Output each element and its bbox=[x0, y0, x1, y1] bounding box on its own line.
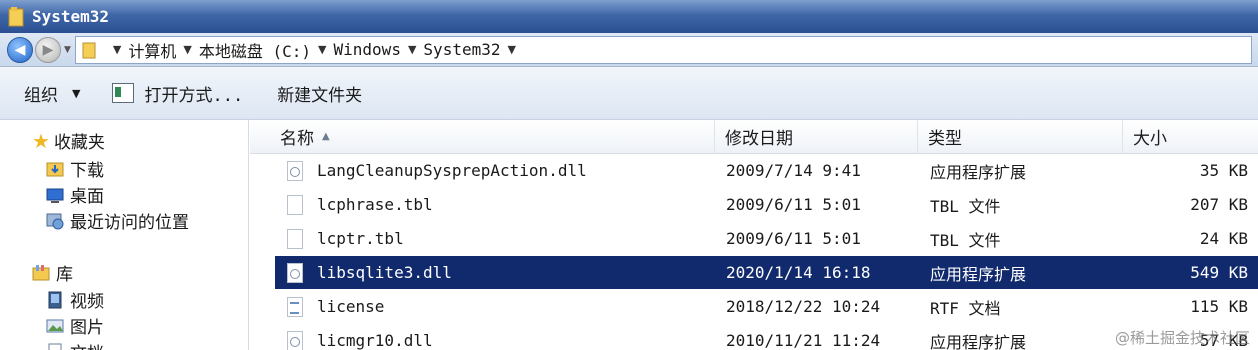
forward-button[interactable]: ▶ bbox=[35, 36, 61, 63]
dll-icon bbox=[287, 262, 303, 283]
pictures-icon bbox=[46, 319, 64, 332]
file-name: libsqlite3.dll bbox=[317, 263, 452, 282]
column-label: 大小 bbox=[1133, 129, 1167, 149]
desktop-icon bbox=[46, 188, 64, 203]
file-type: 应用程序扩展 bbox=[930, 264, 1027, 284]
nav-label: 下载 bbox=[70, 161, 104, 181]
file-name: license bbox=[317, 297, 385, 316]
open-with-label: 打开方式... bbox=[144, 85, 244, 106]
file-type: 应用程序扩展 bbox=[930, 332, 1027, 350]
nav-label: 文档 bbox=[70, 339, 104, 350]
file-type: TBL 文件 bbox=[930, 230, 1001, 250]
table-row[interactable]: LangCleanupSysprepAction.dll 2009/7/14 9… bbox=[275, 154, 1258, 187]
file-name: LangCleanupSysprepAction.dll bbox=[317, 161, 587, 180]
videos-icon bbox=[48, 291, 62, 308]
nav-item-videos[interactable]: 视频 bbox=[46, 287, 104, 312]
window-title: System32 bbox=[32, 7, 110, 26]
libraries-icon bbox=[32, 264, 50, 280]
nav-item-downloads[interactable]: 下载 bbox=[46, 156, 104, 181]
sort-ascending-icon: ▲ bbox=[322, 131, 330, 142]
breadcrumb-system32[interactable]: System32 bbox=[423, 40, 500, 59]
command-toolbar: 组织 ▼ 打开方式... 新建文件夹 bbox=[0, 67, 1258, 120]
table-row[interactable]: lcptr.tbl 2009/6/11 5:01 TBL 文件 24 KB bbox=[275, 222, 1258, 255]
breadcrumb-windows[interactable]: Windows bbox=[334, 40, 401, 59]
star-icon: ★ bbox=[32, 128, 50, 153]
file-size: 35 KB bbox=[1199, 161, 1248, 180]
file-type: 应用程序扩展 bbox=[930, 162, 1027, 182]
folder-icon bbox=[82, 42, 96, 58]
nav-item-desktop[interactable]: 桌面 bbox=[46, 182, 104, 207]
column-label: 类型 bbox=[928, 129, 962, 149]
file-type: RTF 文档 bbox=[930, 298, 1001, 318]
dll-icon bbox=[287, 160, 303, 181]
nav-item-libraries[interactable]: 库 bbox=[32, 260, 73, 285]
open-with-icon bbox=[112, 83, 135, 103]
file-size: 207 KB bbox=[1190, 195, 1248, 214]
column-header-type[interactable]: 类型 bbox=[918, 120, 1123, 153]
organize-button[interactable]: 组织 ▼ bbox=[24, 81, 80, 106]
column-header-size[interactable]: 大小 bbox=[1123, 120, 1258, 153]
dll-icon bbox=[287, 330, 303, 350]
license-icon bbox=[287, 296, 303, 317]
nav-label: 最近访问的位置 bbox=[70, 213, 189, 233]
history-dropdown-icon[interactable]: ▼ bbox=[64, 45, 71, 55]
chevron-down-icon[interactable]: ▼ bbox=[183, 43, 191, 56]
folder-icon bbox=[8, 6, 24, 26]
file-list: 名称 ▲ 修改日期 类型 大小 LangCleanupSysprepAction… bbox=[250, 120, 1258, 350]
file-name: lcptr.tbl bbox=[317, 229, 404, 248]
open-with-button[interactable]: 打开方式... bbox=[112, 81, 243, 106]
breadcrumb-computer[interactable]: 计算机 bbox=[128, 38, 176, 62]
table-row[interactable]: license 2018/12/22 10:24 RTF 文档 115 KB bbox=[275, 290, 1258, 323]
file-type: TBL 文件 bbox=[930, 196, 1001, 216]
file-size: 549 KB bbox=[1190, 263, 1248, 282]
column-headers: 名称 ▲ 修改日期 类型 大小 bbox=[250, 120, 1258, 154]
downloads-folder-icon bbox=[46, 162, 64, 176]
nav-label: 视频 bbox=[70, 292, 104, 312]
nav-item-favorites[interactable]: ★ 收藏夹 bbox=[32, 128, 105, 154]
watermark: @稀土掘金技术社区 bbox=[1114, 329, 1250, 347]
file-date: 2009/6/11 5:01 bbox=[726, 229, 861, 248]
table-row[interactable]: licmgr10.dll 2010/11/21 11:24 应用程序扩展 57 … bbox=[275, 324, 1258, 350]
nav-label: 收藏夹 bbox=[53, 133, 105, 153]
nav-label: 图片 bbox=[70, 318, 104, 338]
file-size: 24 KB bbox=[1199, 229, 1248, 248]
column-label: 修改日期 bbox=[725, 129, 793, 149]
file-icon bbox=[287, 228, 303, 249]
nav-item-documents[interactable]: 文档 bbox=[46, 339, 104, 350]
new-folder-label: 新建文件夹 bbox=[277, 85, 363, 106]
navigation-pane: ★ 收藏夹 下载 桌面 最近访问的位置 库 视频 图片 bbox=[0, 120, 249, 350]
organize-label: 组织 bbox=[24, 85, 58, 106]
back-button[interactable]: ◀ bbox=[7, 36, 33, 63]
file-name: lcphrase.tbl bbox=[317, 195, 433, 214]
column-label: 名称 bbox=[280, 129, 314, 149]
new-folder-button[interactable]: 新建文件夹 bbox=[277, 81, 362, 106]
table-row[interactable]: lcphrase.tbl 2009/6/11 5:01 TBL 文件 207 K… bbox=[275, 188, 1258, 221]
chevron-down-icon[interactable]: ▼ bbox=[113, 43, 121, 56]
recent-places-icon bbox=[46, 213, 64, 229]
nav-label: 桌面 bbox=[70, 187, 104, 207]
file-date: 2020/1/14 16:18 bbox=[726, 263, 871, 282]
nav-item-recent[interactable]: 最近访问的位置 bbox=[46, 208, 189, 233]
file-date: 2018/12/22 10:24 bbox=[726, 297, 881, 316]
column-header-name[interactable]: 名称 ▲ bbox=[250, 120, 715, 153]
title-bar: System32 bbox=[0, 0, 1258, 33]
nav-item-pictures[interactable]: 图片 bbox=[46, 313, 104, 338]
file-icon bbox=[287, 194, 303, 215]
chevron-down-icon: ▼ bbox=[72, 86, 81, 100]
file-date: 2009/6/11 5:01 bbox=[726, 195, 861, 214]
file-date: 2009/7/14 9:41 bbox=[726, 161, 861, 180]
chevron-down-icon[interactable]: ▼ bbox=[408, 43, 416, 56]
breadcrumb-local-disk[interactable]: 本地磁盘 (C:) bbox=[199, 38, 311, 62]
file-size: 115 KB bbox=[1190, 297, 1248, 316]
file-name: licmgr10.dll bbox=[317, 331, 433, 350]
table-row-selected[interactable]: libsqlite3.dll 2020/1/14 16:18 应用程序扩展 54… bbox=[275, 256, 1258, 289]
nav-label: 库 bbox=[56, 265, 73, 285]
address-field[interactable]: ▼ 计算机 ▼ 本地磁盘 (C:) ▼ Windows ▼ System32 ▼ bbox=[74, 35, 1252, 64]
address-bar: ◀ ▶ ▼ ▼ 计算机 ▼ 本地磁盘 (C:) ▼ Windows ▼ Syst… bbox=[0, 33, 1258, 67]
chevron-down-icon[interactable]: ▼ bbox=[507, 43, 515, 56]
file-date: 2010/11/21 11:24 bbox=[726, 331, 881, 350]
chevron-down-icon[interactable]: ▼ bbox=[318, 43, 326, 56]
documents-icon bbox=[48, 343, 62, 350]
column-header-date[interactable]: 修改日期 bbox=[715, 120, 918, 153]
